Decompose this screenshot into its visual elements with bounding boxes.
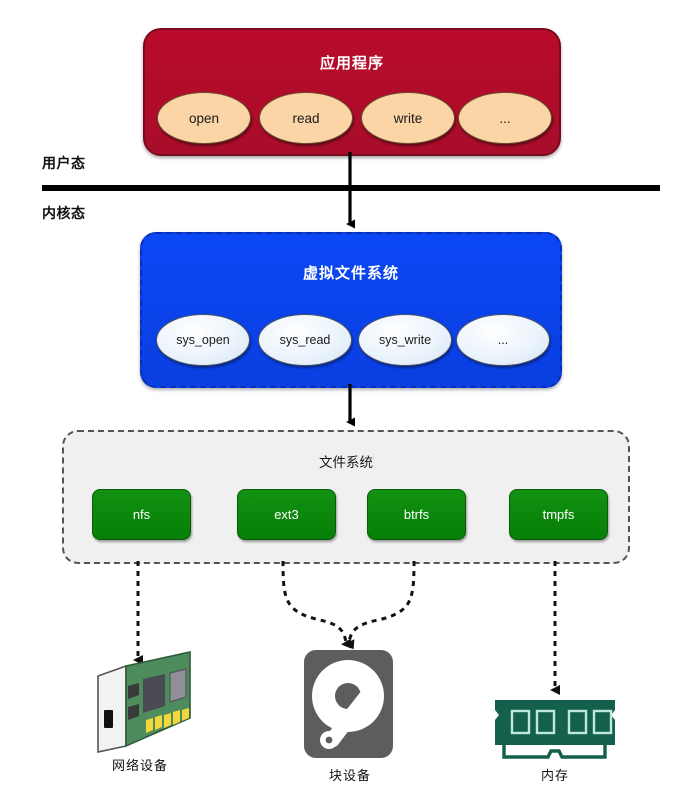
vfs-sys-open: sys_open xyxy=(156,314,250,366)
vfs-sys-read: sys_read xyxy=(258,314,352,366)
vfs-layer: 虚拟文件系统 sys_open sys_read sys_write ... xyxy=(140,232,562,388)
arrow-ext3-to-block-device xyxy=(281,560,352,649)
filesystem-nfs: nfs xyxy=(92,489,191,540)
syscall-open: open xyxy=(157,92,251,144)
application-layer: 应用程序 open read write ... xyxy=(143,28,561,156)
network-card-icon xyxy=(97,651,191,753)
kernel-mode-label: 内核态 xyxy=(42,205,86,221)
syscall-more: ... xyxy=(458,92,552,144)
vfs-more: ... xyxy=(456,314,550,366)
user-kernel-divider xyxy=(42,185,660,191)
block-device-label: 块设备 xyxy=(328,768,371,783)
diagram-canvas: 应用程序 open read write ... 用户态 内核态 虚拟文件系统 … xyxy=(0,0,688,802)
filesystem-btrfs: btrfs xyxy=(367,489,466,540)
arrow-btrfs-to-block-device xyxy=(344,560,416,650)
filesystem-ext3: ext3 xyxy=(237,489,336,540)
filesystem-tmpfs: tmpfs xyxy=(509,489,608,540)
network-device-label: 网络设备 xyxy=(111,758,168,773)
memory-module-icon xyxy=(495,700,615,759)
filesystem-layer: 文件系统 nfs ext3 btrfs tmpfs xyxy=(62,430,630,564)
filesystem-layer-title: 文件系统 xyxy=(319,455,373,470)
memory-device-label: 内存 xyxy=(540,768,569,783)
vfs-layer-title: 虚拟文件系统 xyxy=(302,265,399,282)
syscall-write: write xyxy=(361,92,455,144)
hard-disk-icon xyxy=(304,650,393,758)
vfs-sys-write: sys_write xyxy=(358,314,452,366)
application-layer-title: 应用程序 xyxy=(319,55,384,72)
user-mode-label: 用户态 xyxy=(42,155,86,171)
syscall-read: read xyxy=(259,92,353,144)
